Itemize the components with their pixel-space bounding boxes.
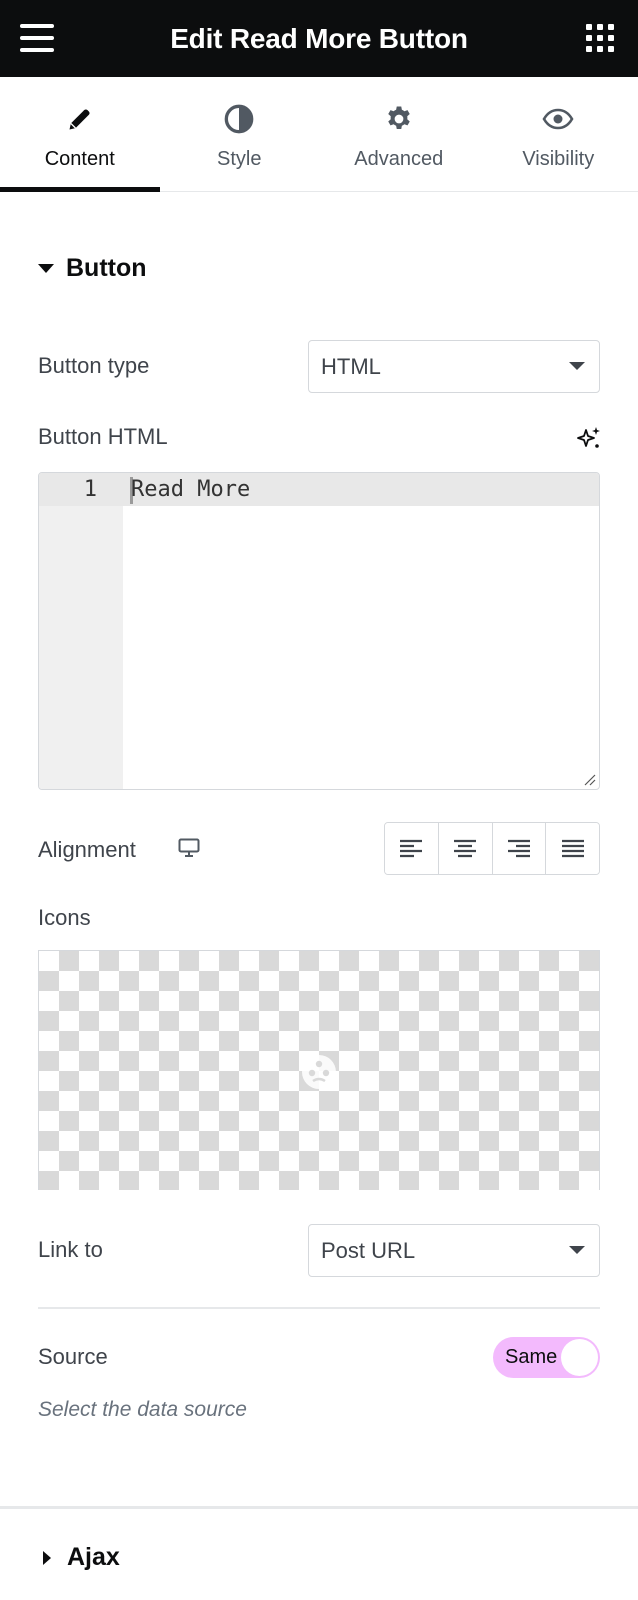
caret-down-icon [569, 1246, 585, 1254]
caret-right-icon [43, 1550, 51, 1565]
resize-handle-icon[interactable] [582, 772, 596, 786]
line-number: 1 [83, 477, 97, 502]
widgets-grid-icon[interactable] [586, 24, 614, 52]
caret-down-icon [38, 264, 54, 273]
align-right-icon [507, 839, 530, 857]
section-separator [0, 1506, 638, 1509]
align-right-button[interactable] [492, 823, 547, 874]
caret-down-icon [569, 362, 585, 370]
code-editor[interactable]: 1 Read More [38, 472, 600, 790]
tab-label: Style [217, 148, 262, 170]
align-center-icon [454, 839, 477, 857]
gear-icon [382, 102, 416, 136]
link-to-label: Link to [38, 1237, 103, 1262]
panel-tabs: Content Style Advanced Visibility [0, 77, 638, 192]
tab-visibility[interactable]: Visibility [479, 77, 638, 191]
source-label: Source [38, 1344, 108, 1369]
pencil-icon [63, 102, 97, 136]
tab-advanced[interactable]: Advanced [319, 77, 479, 191]
editor-gutter [39, 473, 123, 789]
section-title: Ajax [67, 1543, 120, 1571]
align-left-button[interactable] [385, 823, 439, 874]
align-justify-button[interactable] [546, 823, 599, 874]
section-ajax-toggle[interactable]: Ajax [43, 1543, 120, 1572]
panel-header: Edit Read More Button [0, 0, 638, 77]
button-html-label: Button HTML [38, 424, 168, 449]
section-title: Button [66, 254, 147, 282]
align-justify-icon [561, 839, 584, 857]
align-left-icon [400, 839, 423, 857]
active-line-highlight [39, 473, 599, 506]
icon-library-icon [300, 1053, 338, 1091]
desktop-icon[interactable] [178, 838, 200, 858]
tab-content[interactable]: Content [0, 77, 160, 192]
tab-label: Content [44, 148, 115, 170]
align-center-button[interactable] [438, 823, 493, 874]
divider [38, 1307, 600, 1309]
link-to-value: Post URL [321, 1237, 416, 1263]
toggle-knob [561, 1339, 598, 1376]
alignment-control [384, 822, 600, 875]
half-circle-icon [222, 102, 256, 136]
icons-label: Icons [38, 905, 91, 930]
source-toggle[interactable]: Same [493, 1337, 600, 1378]
code-content: Read More [131, 477, 251, 502]
ai-sparkle-icon[interactable] [576, 425, 602, 451]
source-help-text: Select the data source [38, 1398, 247, 1421]
panel-title: Edit Read More Button [170, 22, 468, 54]
button-type-value: HTML [321, 353, 381, 379]
toggle-text: Same [505, 1346, 558, 1368]
button-type-select[interactable]: HTML [308, 340, 600, 393]
icon-picker[interactable] [38, 950, 600, 1190]
eye-icon [541, 102, 575, 136]
tab-label: Visibility [522, 148, 595, 170]
link-to-select[interactable]: Post URL [308, 1224, 600, 1277]
alignment-label: Alignment [38, 837, 136, 862]
section-button-toggle[interactable]: Button [38, 254, 147, 283]
tab-style[interactable]: Style [160, 77, 320, 191]
button-type-label: Button type [38, 353, 150, 378]
tab-label: Advanced [354, 148, 444, 170]
hamburger-menu-icon[interactable] [20, 24, 54, 52]
